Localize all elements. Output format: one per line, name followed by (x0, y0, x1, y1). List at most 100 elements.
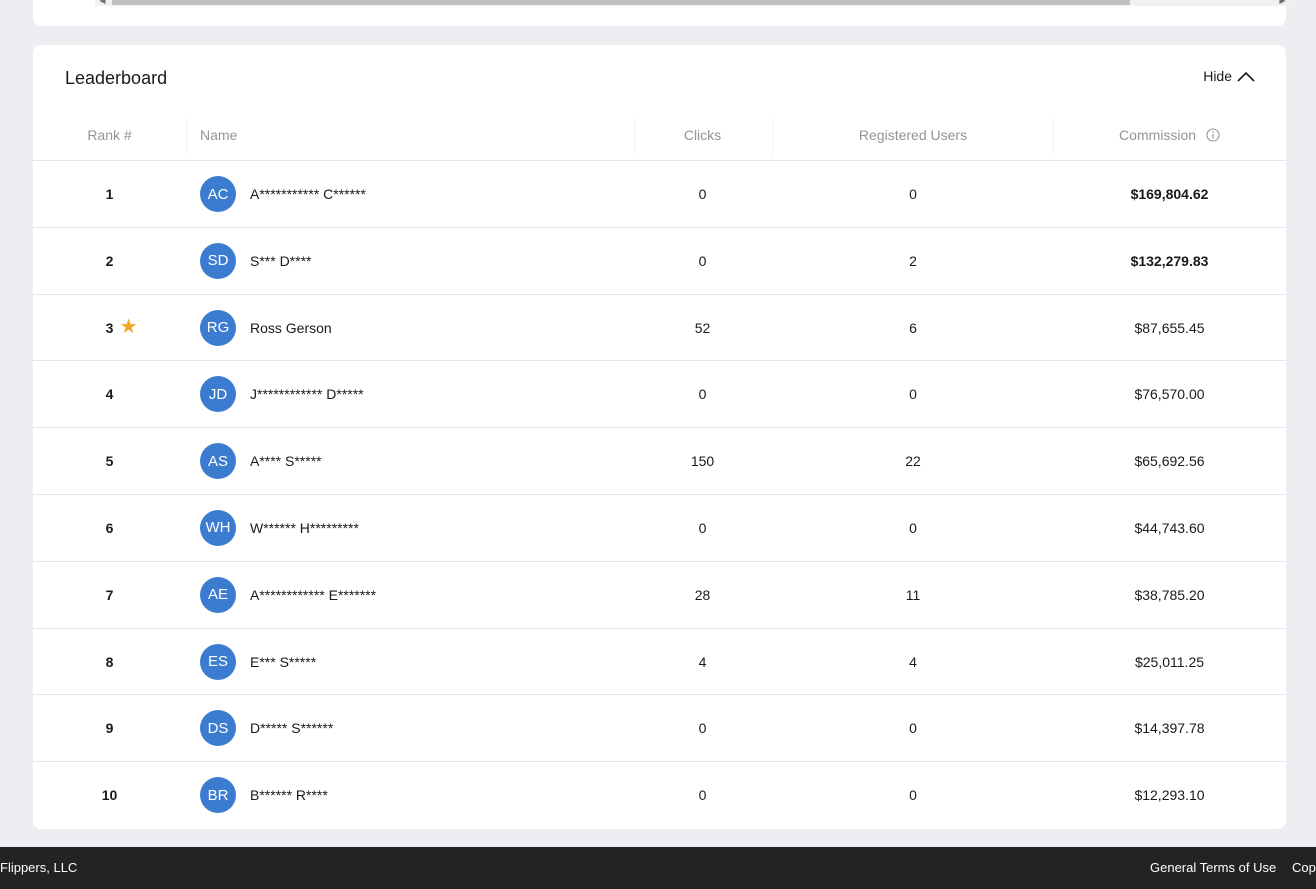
commission-cell: $12,293.10 (1134, 787, 1205, 804)
clicks-cell: 52 (694, 319, 711, 336)
column-header-commission: Commission (1053, 115, 1286, 160)
column-header-name: Name (200, 127, 238, 143)
rank-cell: 1 (33, 161, 186, 227)
commission-cell: $25,011.25 (1134, 653, 1205, 670)
clicks-cell: 0 (698, 787, 707, 804)
table-row: 7 AE A************ E******* 28 11 $38,785… (33, 562, 1286, 629)
star-icon: ★ (119, 315, 138, 338)
horizontal-scrollbar[interactable]: ◀ ▶ (95, 0, 1290, 6)
user-name: S*** D**** (250, 252, 312, 269)
rank-cell: 7 (33, 562, 186, 628)
registered-users-cell: 0 (909, 386, 917, 403)
hide-label: Hide (1203, 68, 1232, 84)
rank-value: 5 (105, 453, 114, 470)
column-header-clicks: Clicks (683, 127, 722, 143)
name-cell: WH W****** H********* (200, 495, 620, 561)
commission-cell: $132,279.83 (1130, 252, 1209, 269)
registered-users-cell: 4 (909, 653, 917, 670)
rank-value: 6 (105, 519, 114, 536)
name-cell: AC A*********** C****** (200, 161, 620, 227)
avatar: SD (200, 242, 236, 279)
registered-users-cell: 0 (909, 519, 917, 536)
rank-cell: 2 (33, 228, 186, 294)
rank-cell: 8 (33, 629, 186, 695)
user-name: E*** S***** (250, 653, 317, 670)
clicks-cell: 0 (698, 252, 707, 269)
commission-cell: $169,804.62 (1130, 186, 1209, 202)
rank-cell: 6 (33, 495, 186, 561)
name-cell: RG Ross Gerson (200, 295, 620, 361)
clicks-cell: 4 (698, 653, 707, 670)
table-row: 1 AC A*********** C****** 0 0 $169,804.62 (33, 161, 1286, 228)
commission-cell: $44,743.60 (1134, 519, 1205, 536)
rank-cell: 4 (33, 361, 186, 427)
name-cell: ES E*** S***** (200, 629, 620, 695)
table-row: 10 BR B****** R**** 0 0 $12,293.10 (33, 762, 1286, 829)
registered-users-cell: 6 (909, 319, 917, 336)
leaderboard-card: Leaderboard Hide Rank # Name Clicks Regi… (33, 45, 1286, 829)
hide-toggle-button[interactable]: Hide (1203, 68, 1256, 84)
clicks-cell: 0 (698, 186, 707, 202)
avatar: RG (200, 309, 236, 346)
rank-cell: 9 (33, 695, 186, 761)
footer-link-copyright[interactable]: Cop (1292, 860, 1316, 875)
user-name: J************ D***** (250, 386, 364, 403)
commission-cell: $14,397.78 (1134, 720, 1205, 737)
rank-value: 1 (105, 186, 114, 202)
name-cell: AE A************ E******* (200, 562, 620, 628)
table-row: 6 WH W****** H********* 0 0 $44,743.60 (33, 495, 1286, 562)
user-name: A************ E******* (250, 586, 377, 603)
table-row: 9 DS D***** S****** 0 0 $14,397.78 (33, 695, 1286, 763)
registered-users-cell: 0 (909, 186, 917, 202)
clicks-cell: 0 (698, 386, 707, 403)
footer-company-name: Flippers, LLC (0, 860, 78, 875)
clicks-cell: 28 (694, 586, 711, 603)
rank-value: 8 (105, 653, 114, 670)
scrollbar-thumb[interactable] (112, 0, 1130, 5)
user-name: A*********** C****** (250, 186, 366, 202)
column-header-registered-users: Registered Users (858, 127, 968, 143)
name-cell: SD S*** D**** (200, 228, 620, 294)
previous-card: ◀ ▶ (33, 0, 1290, 26)
rank-value: 10 (101, 787, 118, 804)
registered-users-cell: 22 (905, 453, 921, 470)
avatar: DS (200, 710, 236, 747)
user-name: W****** H********* (250, 519, 359, 536)
commission-cell: $38,785.20 (1134, 586, 1205, 603)
table-row: 5 AS A**** S***** 150 22 $65,692.56 (33, 428, 1286, 495)
scroll-left-arrow-icon[interactable]: ◀ (95, 0, 110, 6)
table-row: 4 JD J************ D***** 0 0 $76,570.00 (33, 361, 1286, 429)
table-row-current-user: 3 ★ RG Ross Gerson 52 6 $87,655.45 (33, 295, 1286, 362)
chevron-up-icon (1237, 71, 1255, 82)
name-cell: JD J************ D***** (200, 361, 620, 427)
rank-value: 7 (105, 586, 114, 603)
name-cell: BR B****** R**** (200, 762, 620, 828)
avatar: JD (200, 376, 236, 413)
avatar: AS (200, 443, 236, 480)
leaderboard-title: Leaderboard (65, 68, 168, 88)
table-header: Rank # Name Clicks Registered Users Comm… (33, 115, 1286, 161)
registered-users-cell: 0 (909, 787, 917, 804)
info-icon[interactable] (1206, 128, 1220, 142)
scroll-right-arrow-icon[interactable]: ▶ (1275, 0, 1290, 6)
rank-value: 2 (105, 252, 114, 269)
commission-cell: $76,570.00 (1134, 386, 1205, 403)
user-name: Ross Gerson (250, 319, 332, 336)
footer-link-terms[interactable]: General Terms of Use (1150, 860, 1276, 875)
clicks-cell: 0 (698, 720, 707, 737)
registered-users-cell: 2 (909, 252, 917, 269)
column-divider (186, 119, 187, 155)
name-cell: AS A**** S***** (200, 428, 620, 494)
user-name: A**** S***** (250, 453, 322, 470)
avatar: ES (200, 643, 236, 680)
commission-header-label: Commission (1119, 127, 1197, 143)
rank-cell: 5 (33, 428, 186, 494)
rank-value: 4 (105, 386, 114, 403)
table-row: 2 SD S*** D**** 0 2 $132,279.83 (33, 228, 1286, 295)
avatar: BR (200, 777, 236, 814)
name-cell: DS D***** S****** (200, 695, 620, 761)
user-name: B****** R**** (250, 787, 328, 804)
registered-users-cell: 11 (905, 586, 921, 603)
page-footer: Flippers, LLC General Terms of Use Cop (0, 847, 1316, 889)
clicks-cell: 150 (690, 453, 715, 470)
